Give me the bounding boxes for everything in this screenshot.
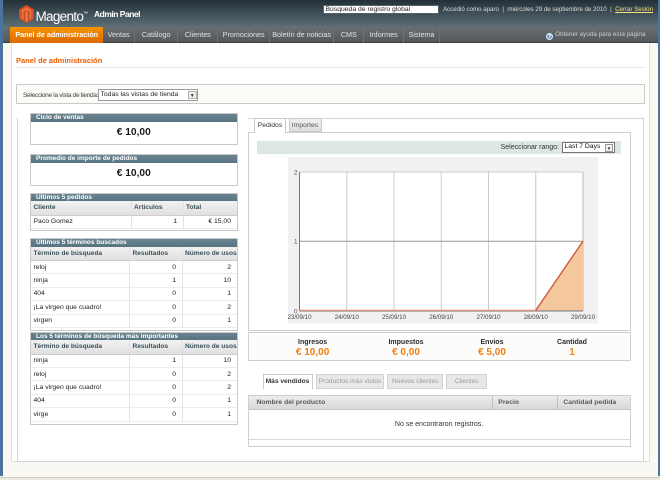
svg-text:25/09/10: 25/09/10: [382, 313, 407, 320]
svg-text:27/09/10: 27/09/10: [476, 313, 501, 320]
svg-text:2: 2: [294, 169, 298, 176]
svg-text:1: 1: [294, 238, 298, 245]
svg-text:28/09/10: 28/09/10: [524, 313, 549, 320]
svg-text:23/09/10: 23/09/10: [287, 313, 312, 320]
svg-text:26/09/10: 26/09/10: [429, 313, 454, 320]
svg-text:24/09/10: 24/09/10: [335, 313, 360, 320]
svg-text:29/09/10: 29/09/10: [571, 313, 596, 320]
